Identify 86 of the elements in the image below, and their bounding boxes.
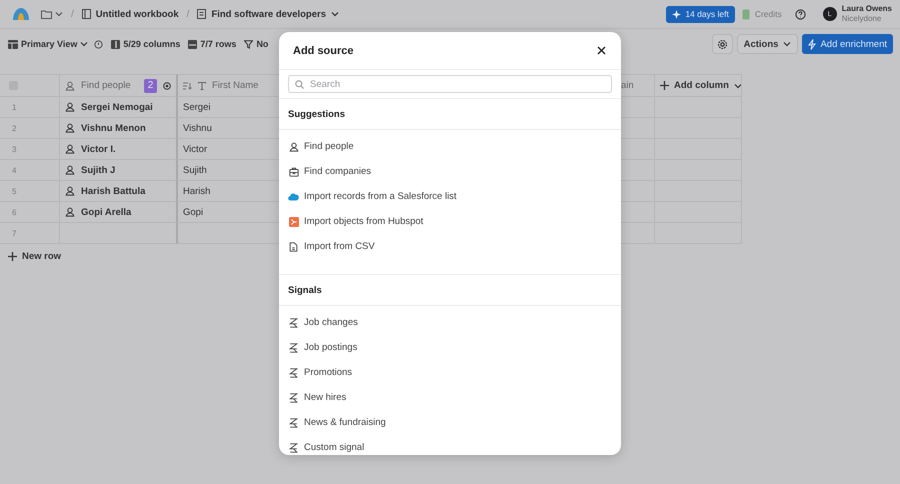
- caret-icon: [734, 82, 741, 88]
- chevron-icon: [331, 11, 339, 17]
- row-number: 2: [0, 118, 60, 139]
- person-icon: [288, 142, 298, 152]
- menu-item[interactable]: Job postings: [304, 342, 358, 353]
- person-icon: [65, 207, 75, 217]
- person-icon: [65, 102, 75, 112]
- search-icon: [295, 80, 304, 89]
- breadcrumb-separator: /: [186, 8, 190, 20]
- plus-icon: [8, 252, 17, 261]
- menu-item[interactable]: Job changes: [304, 317, 358, 328]
- menu-item[interactable]: News & fundraising: [304, 417, 386, 428]
- menu-item[interactable]: New hires: [304, 392, 346, 403]
- user-name: Laura Owens: [842, 4, 892, 14]
- breadcrumb-item[interactable]: Untitled workbook: [96, 8, 179, 20]
- row-number: 3: [0, 139, 60, 160]
- row-number: 4: [0, 160, 60, 181]
- row-number: 1: [0, 97, 60, 118]
- menu-item[interactable]: Promotions: [304, 367, 352, 378]
- table-cell: Victor I.: [60, 139, 178, 160]
- menu-item[interactable]: Find people: [304, 141, 354, 152]
- row-number: 7: [0, 223, 60, 244]
- dialog-title: Add source: [293, 44, 354, 56]
- book-icon: [82, 9, 91, 19]
- signal-icon: [289, 442, 298, 452]
- plus-icon: [660, 81, 669, 90]
- row-number: 6: [0, 202, 60, 223]
- table-cell: Sujith J: [60, 160, 178, 181]
- chevron-icon: [80, 41, 88, 47]
- menu-item[interactable]: Import from CSV: [304, 241, 375, 252]
- signal-icon: [289, 392, 298, 402]
- sort-icon: [183, 82, 192, 90]
- filter-label[interactable]: No: [256, 39, 268, 49]
- help-icon[interactable]: [794, 8, 806, 20]
- briefcase-icon: [288, 166, 298, 176]
- chevron-icon: [55, 11, 63, 17]
- caret-icon: [783, 41, 792, 47]
- signal-icon: [289, 368, 298, 378]
- breadcrumb-separator: /: [71, 8, 74, 20]
- table-cell: Gopi Arella: [60, 202, 178, 223]
- person-icon: [65, 123, 75, 133]
- text-type-icon: [198, 82, 206, 90]
- coins-icon: [742, 8, 750, 20]
- settings-button[interactable]: [712, 34, 733, 54]
- sheet-icon: [197, 9, 206, 19]
- menu-item[interactable]: Find companies: [304, 166, 372, 177]
- person-icon: [65, 165, 75, 175]
- filter-icon: [244, 40, 254, 48]
- person-icon: [65, 144, 75, 154]
- row-number: 5: [0, 181, 60, 202]
- view-selector[interactable]: Primary View: [21, 39, 78, 49]
- menu-item[interactable]: Custom signal: [304, 442, 364, 453]
- signal-icon: [289, 418, 298, 428]
- menu-item[interactable]: Import records from a Salesforce list: [304, 191, 457, 202]
- section-heading: Signals: [288, 284, 323, 298]
- count-badge: 2: [144, 78, 157, 92]
- breadcrumb-item[interactable]: Find software developers: [211, 8, 326, 20]
- hubspot-icon: [288, 216, 298, 226]
- file-icon: [289, 242, 298, 252]
- signal-icon: [289, 342, 298, 352]
- lightning-icon: [808, 38, 816, 50]
- table-cell: Sergei Nemogai: [60, 97, 178, 118]
- organization-name: Nicelydone: [842, 14, 882, 24]
- search-field[interactable]: Search: [288, 75, 612, 93]
- trial-button[interactable]: 14 days left: [666, 6, 735, 22]
- person-icon: [65, 80, 75, 90]
- cloud-icon: [288, 192, 299, 200]
- signal-icon: [289, 318, 298, 328]
- settings-icon: [716, 38, 728, 50]
- columns-icon: [111, 40, 120, 48]
- actions-button[interactable]: Actions: [736, 34, 798, 54]
- close-icon: [597, 46, 606, 55]
- person-icon: [65, 186, 75, 196]
- new-row-button[interactable]: New row: [0, 244, 70, 269]
- add-column-button[interactable]: Add column: [660, 80, 741, 91]
- folder-icon[interactable]: [41, 10, 52, 18]
- add-enrichment-button[interactable]: Add enrichment: [802, 34, 893, 54]
- rows-icon: [188, 40, 198, 48]
- rows-count[interactable]: 7/7 rows: [200, 39, 236, 49]
- table-cell: Vishnu Menon: [60, 118, 178, 139]
- info-icon[interactable]: [94, 40, 104, 48]
- sparkle-icon: [672, 10, 682, 18]
- table-icon: [8, 40, 18, 48]
- table-cell: Harish Battula: [60, 181, 178, 202]
- columns-count[interactable]: 5/29 columns: [123, 39, 180, 49]
- target-icon[interactable]: [163, 82, 171, 90]
